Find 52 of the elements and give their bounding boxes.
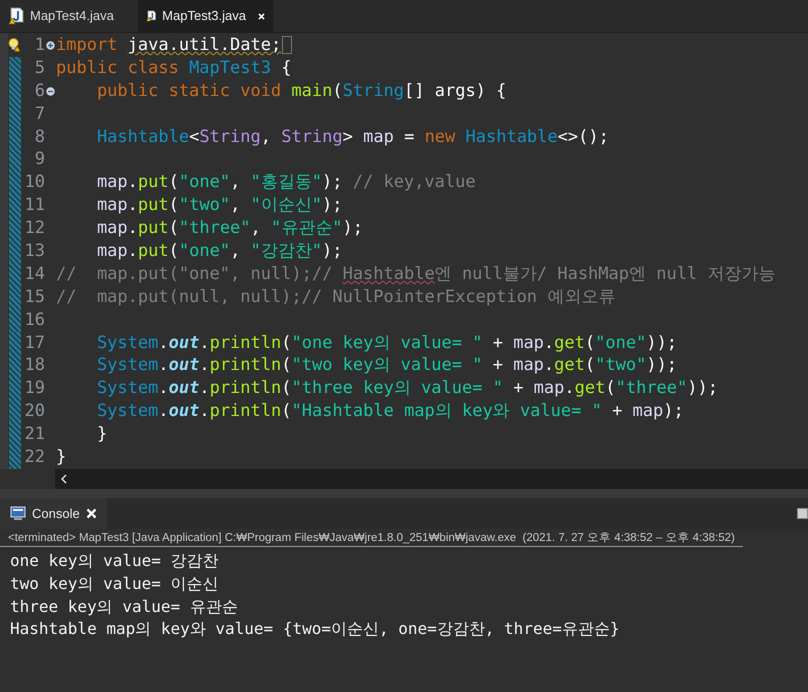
code-line: System.out.println("one key의 value= " + map.get("one")); <box>96 334 678 352</box>
line-number: 21 <box>24 426 45 444</box>
line-number: 17 <box>24 334 45 352</box>
console-tab[interactable]: Console <box>0 498 107 529</box>
folded-code-marker[interactable] <box>282 36 292 54</box>
line-number: 20 <box>24 403 45 420</box>
line-number: 15 <box>24 288 45 306</box>
line-number: 9 <box>34 151 45 168</box>
line-number: 14 <box>24 266 45 283</box>
console-output-line: two key의 value= 이순신 <box>10 572 218 595</box>
code-line: map.put("one", "홍길동"); // key,value <box>96 174 476 192</box>
code-line: map.put("one", "강감찬"); <box>96 242 343 260</box>
editor-tab[interactable]: MapTest3.java <box>138 0 273 32</box>
line-number: 8 <box>34 128 45 146</box>
line-number: 12 <box>24 220 45 238</box>
code-line: public static void main(String[] args) { <box>96 82 506 100</box>
collapse-icon[interactable] <box>46 86 55 96</box>
close-icon[interactable] <box>86 508 97 519</box>
code-line: Hashtable<String, String> map = new Hashtable<>(); <box>96 128 609 146</box>
console-status-text: <terminated> MapTest3 [Java Application] C:₩Program Files₩Java₩jre1.8.0_251₩bin₩javaw.exe (2021. 7. 27 오후 4:38:52 – 오후 4:38:52) <box>0 529 743 547</box>
line-number: 10 <box>24 174 45 192</box>
code-line: } <box>96 426 108 444</box>
line-number: 11 <box>24 197 45 214</box>
line-number: 16 <box>24 312 45 329</box>
lightbulb-warning-icon[interactable] <box>8 37 21 54</box>
scroll-left-icon[interactable] <box>61 474 67 484</box>
line-number: 5 <box>34 60 45 77</box>
code-line: map.put("three", "유관순"); <box>96 220 363 238</box>
code-line: System.out.println("Hashtable map의 key와 value= " + map); <box>96 403 684 420</box>
console-output-line: Hashtable map의 key와 value= {two=이순신, one=강감찬, three=유관순} <box>10 618 620 640</box>
horizontal-scrollbar[interactable] <box>55 469 808 489</box>
line-number: 19 <box>24 380 45 398</box>
monitor-icon <box>10 506 26 521</box>
console-output-line: three key의 value= 유관순 <box>10 596 238 618</box>
close-icon[interactable] <box>258 10 265 22</box>
code-line: public class MapTest3 { <box>56 60 292 77</box>
console-output-line: one key의 value= 강감찬 <box>10 550 218 572</box>
code-line: System.out.println("three key의 value= " + map.get("three")); <box>96 380 718 398</box>
code-line: import java.util.Date; <box>56 36 282 54</box>
code-line: map.put("two", "이순신"); <box>96 197 343 214</box>
line-number: 7 <box>34 106 45 123</box>
code-line: System.out.println("two key의 value= " + map.get("two")); <box>96 357 678 374</box>
java-file-icon <box>8 7 24 25</box>
line-number: 6 <box>34 82 45 100</box>
expand-icon[interactable] <box>46 40 55 50</box>
line-number: 1 <box>34 36 45 54</box>
line-number: 18 <box>24 357 45 374</box>
code-line: } <box>56 448 66 466</box>
line-number: 13 <box>24 242 45 260</box>
code-line: // map.put("one", null);// Hashtable엔 null불가/ HashMap엔 null 저장가능 <box>56 266 776 283</box>
code-line: // map.put(null, null);// NullPointerException 예외오류 <box>56 288 616 306</box>
line-number: 22 <box>24 448 45 466</box>
